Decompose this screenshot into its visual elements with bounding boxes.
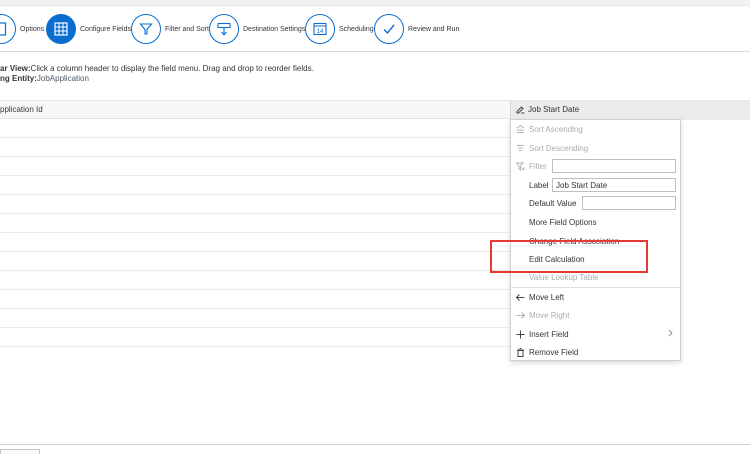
more-field-options-item[interactable]: More Field Options <box>511 213 680 231</box>
table-row <box>0 271 510 290</box>
wizard-steps: Options Configure Fields Filter and Sort <box>0 6 750 52</box>
column-header-job-start-date[interactable]: Job Start Date <box>510 101 750 120</box>
funnel-icon <box>131 14 161 44</box>
sort-descending-item[interactable]: Sort Descending <box>511 139 680 157</box>
table-row <box>0 119 510 138</box>
checkmark-icon <box>374 14 404 44</box>
step-review-and-run[interactable]: Review and Run <box>374 14 459 44</box>
footer-divider <box>0 444 750 445</box>
table-row <box>0 157 510 176</box>
step-label: Options <box>20 25 45 33</box>
table-row <box>0 195 510 214</box>
view-info: ar View:Click a column header to display… <box>0 64 314 84</box>
remove-field-item[interactable]: Remove Field <box>511 343 680 361</box>
step-label: Review and Run <box>408 25 460 33</box>
trash-icon <box>515 347 525 357</box>
default-value-item: Default Value <box>511 194 680 212</box>
plus-icon <box>515 329 525 339</box>
step-options[interactable]: Options <box>0 14 44 44</box>
calendar-icon: 14 <box>305 14 335 44</box>
table-header: pplication Id Job Start Date <box>0 100 750 120</box>
step-label: Destination Settings <box>243 25 306 33</box>
step-destination-settings[interactable]: Destination Settings <box>209 14 305 44</box>
sort-ascending-icon <box>515 124 525 134</box>
step-label: Configure Fields <box>80 25 131 33</box>
table-row <box>0 176 510 195</box>
column-header-application-id[interactable]: pplication Id <box>0 105 43 114</box>
label-input[interactable] <box>552 178 676 192</box>
step-filter-and-sort[interactable]: Filter and Sort <box>131 14 209 44</box>
table-row <box>0 309 510 328</box>
view-instructions: ar View:Click a column header to display… <box>0 64 314 73</box>
filter-input[interactable] <box>552 159 676 173</box>
footer-tab[interactable] <box>0 449 40 454</box>
move-left-item[interactable]: Move Left <box>511 288 680 306</box>
default-value-input[interactable] <box>582 196 676 210</box>
table-row <box>0 252 510 271</box>
move-right-item[interactable]: Move Right <box>511 306 680 324</box>
document-icon <box>0 14 16 44</box>
insert-field-item[interactable]: Insert Field <box>511 325 680 343</box>
export-icon <box>209 14 239 44</box>
table-row <box>0 214 510 233</box>
entity-info: ng Entity:JobApplication <box>0 74 89 83</box>
step-label: Scheduling <box>339 25 374 33</box>
arrow-left-icon <box>515 292 525 302</box>
step-label: Filter and Sort <box>165 25 209 33</box>
table-row <box>0 233 510 252</box>
table-row <box>0 138 510 157</box>
table-row <box>0 328 510 347</box>
step-configure-fields[interactable]: Configure Fields <box>46 14 131 44</box>
filter-item[interactable]: Filter <box>511 157 680 175</box>
filter-icon <box>515 161 525 171</box>
chevron-right-icon <box>668 329 673 339</box>
sort-ascending-item[interactable]: Sort Ascending <box>511 120 680 138</box>
calculated-field-icon <box>516 106 525 114</box>
label-item: Label <box>511 176 680 194</box>
arrow-right-icon <box>515 310 525 320</box>
grid-icon <box>46 14 76 44</box>
highlight-annotation <box>490 240 648 273</box>
svg-text:14: 14 <box>317 29 324 35</box>
step-scheduling[interactable]: 14 Scheduling <box>305 14 374 44</box>
table-row <box>0 290 510 309</box>
sort-descending-icon <box>515 143 525 153</box>
